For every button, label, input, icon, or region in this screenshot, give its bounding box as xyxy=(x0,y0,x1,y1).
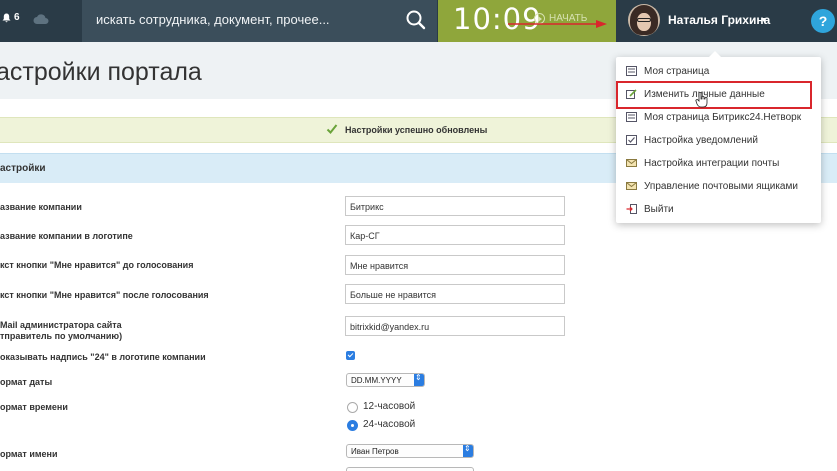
page-title: астройки портала xyxy=(0,58,202,86)
highlight-box-annotation xyxy=(616,81,812,109)
like-after-label: кст кнопки "Мне нравится" после голосова… xyxy=(0,290,209,300)
mail-settings-icon xyxy=(626,159,637,167)
menu-item-label: Настройка уведомлений xyxy=(644,135,758,146)
select-arrow-icon xyxy=(463,444,473,457)
next-select[interactable] xyxy=(346,467,474,471)
mailbox-icon xyxy=(626,182,637,190)
company-name-label: азвание компании xyxy=(0,202,82,212)
menu-item-label: Управление почтовыми ящиками xyxy=(644,181,798,192)
admin-email-field[interactable]: bitrixkid@yandex.ru xyxy=(345,316,565,336)
show24-label: оказывать надпись "24" в логотипе компан… xyxy=(0,352,206,362)
help-button[interactable]: ? xyxy=(811,9,835,33)
time-24-label: 24-часовой xyxy=(363,419,416,430)
checklist-icon xyxy=(626,135,637,145)
date-format-value: DD.MM.YYYY xyxy=(351,376,402,385)
page-icon xyxy=(626,66,637,76)
check-icon xyxy=(326,124,338,134)
page-icon xyxy=(626,112,637,122)
success-message: Настройки успешно обновлены xyxy=(345,125,488,135)
bell-icon xyxy=(2,13,11,22)
menu-item-label: Моя страница xyxy=(644,66,710,77)
name-format-label: ормат имени xyxy=(0,449,58,459)
menu-item-mail-integration[interactable]: Настройка интеграции почты xyxy=(616,153,821,175)
admin-email-label: Mail администратора сайта xyxy=(0,320,122,330)
chevron-down-icon xyxy=(761,18,767,22)
name-format-value: Иван Петров xyxy=(351,447,399,456)
red-arrow-annotation xyxy=(508,20,607,28)
admin-email-sublabel: тправитель по умолчанию) xyxy=(0,331,123,341)
hand-cursor-icon xyxy=(695,92,708,108)
menu-item-my-page[interactable]: Моя страница xyxy=(616,61,821,83)
time-12-label: 12-часовой xyxy=(363,401,416,412)
menu-item-label: Настройка интеграции почты xyxy=(644,158,780,169)
top-bar: 6 искать сотрудника, документ, прочее...… xyxy=(0,0,837,42)
search-icon[interactable] xyxy=(404,8,428,32)
like-after-field[interactable]: Больше не нравится xyxy=(345,284,565,304)
time-12-radio[interactable] xyxy=(347,402,358,413)
avatar xyxy=(628,4,660,36)
time-24-radio[interactable] xyxy=(347,420,358,431)
like-before-field[interactable]: Мне нравится xyxy=(345,255,565,275)
menu-item-logout[interactable]: Выйти xyxy=(616,199,821,221)
select-arrow-icon xyxy=(414,373,424,386)
like-before-label: кст кнопки "Мне нравится" до голосования xyxy=(0,260,194,270)
date-format-select[interactable]: DD.MM.YYYY xyxy=(346,373,425,387)
section-title: астройки xyxy=(0,163,46,174)
user-name: Наталья Грихина xyxy=(668,13,771,27)
logo-name-field[interactable]: Кар-СГ xyxy=(345,225,565,245)
name-format-select[interactable]: Иван Петров xyxy=(346,444,474,458)
menu-item-mailboxes[interactable]: Управление почтовыми ящиками xyxy=(616,176,821,198)
notifications-count: 6 xyxy=(14,12,20,23)
notifications-button[interactable]: 6 xyxy=(2,12,20,23)
menu-item-label: Выйти xyxy=(644,204,674,215)
search-input[interactable]: искать сотрудника, документ, прочее... xyxy=(96,12,330,27)
help-area: ? xyxy=(805,0,837,42)
menu-item-network-page[interactable]: Моя страница Битрикс24.Нетворк xyxy=(616,107,821,129)
logout-icon xyxy=(626,204,637,214)
menu-item-notifications[interactable]: Настройка уведомлений xyxy=(616,130,821,152)
menu-item-label: Моя страница Битрикс24.Нетворк xyxy=(644,112,802,123)
user-menu-button[interactable]: Наталья Грихина xyxy=(616,0,804,42)
time-format-label: ормат времени xyxy=(0,402,68,412)
company-name-field[interactable]: Битрикс xyxy=(345,196,565,216)
date-format-label: ормат даты xyxy=(0,377,53,387)
show24-checkbox[interactable] xyxy=(346,351,355,360)
search-bar[interactable]: искать сотрудника, документ, прочее... xyxy=(82,0,437,42)
cloud-icon[interactable] xyxy=(33,13,49,25)
logo-name-label: азвание компании в логотипе xyxy=(0,231,133,241)
